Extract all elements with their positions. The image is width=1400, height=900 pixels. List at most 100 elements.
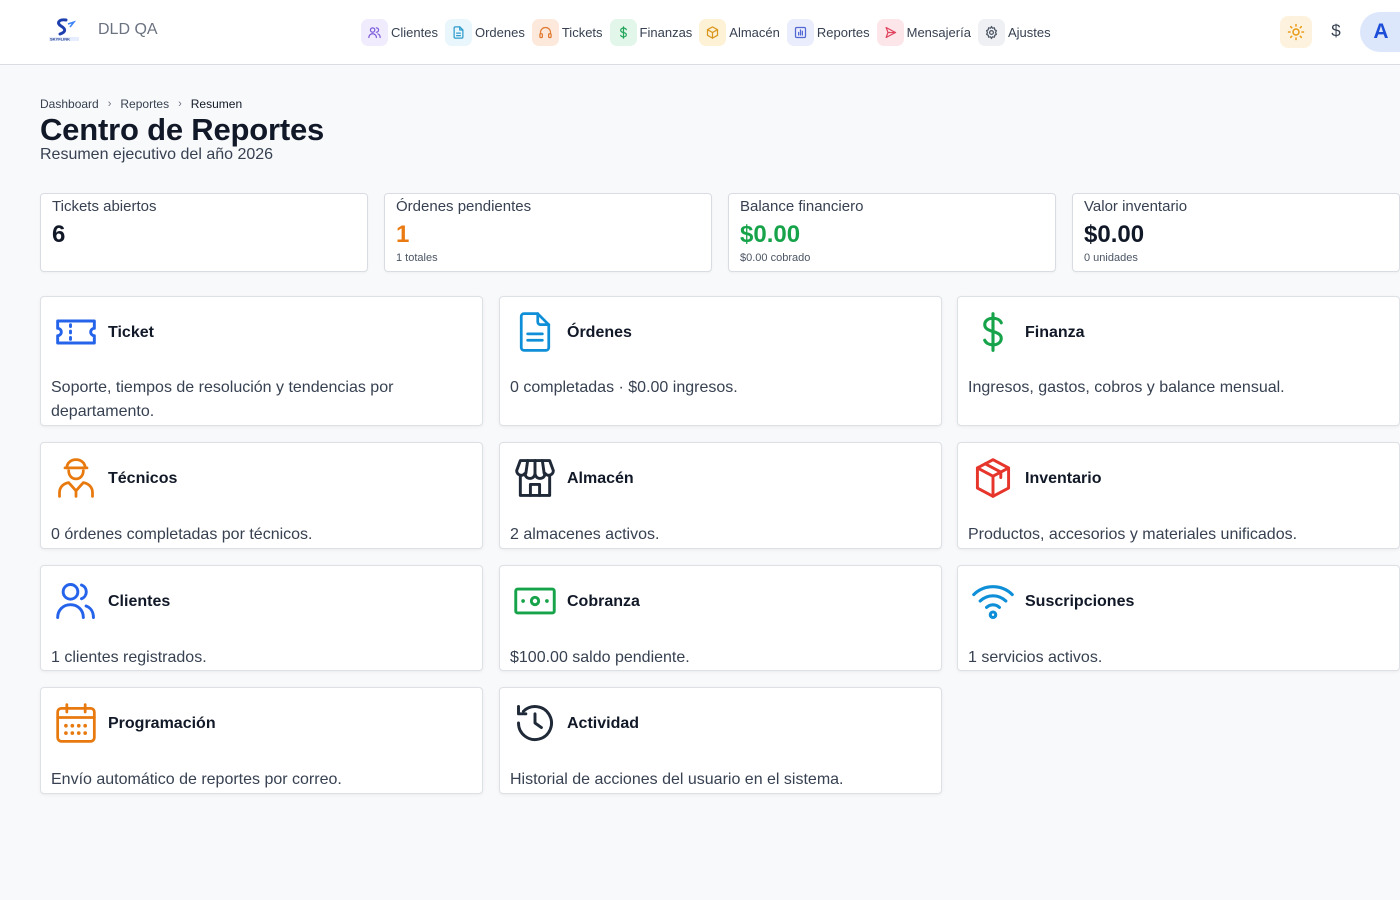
wifi-icon	[970, 578, 1016, 624]
theme-toggle-button[interactable]	[1280, 16, 1312, 48]
nav-label: Reportes	[816, 24, 870, 40]
card-description: Historial de acciones del usuario en el …	[510, 771, 844, 788]
report-card-cobranza[interactable]: Cobranza $100.00 saldo pendiente.	[499, 565, 942, 671]
report-card-finanza[interactable]: Finanza Ingresos, gastos, cobros y balan…	[957, 296, 1400, 426]
card-description: Productos, accesorios y materiales unifi…	[968, 526, 1298, 543]
card-title: Actividad	[567, 715, 640, 732]
stat-card-balance: Balance financiero $0.00 $0.00 cobrado	[728, 193, 1056, 272]
stat-label: Balance financiero	[740, 198, 864, 215]
card-description: Soporte, tiempos de resolución y tendenc…	[51, 379, 394, 420]
send-icon	[876, 18, 904, 46]
chevron-right-icon: ›	[178, 98, 182, 110]
svg-text:SKYFLINK: SKYFLINK	[50, 37, 70, 42]
ticket-icon	[53, 309, 99, 355]
breadcrumb: Dashboard › Reportes › Resumen	[40, 97, 242, 111]
card-title: Órdenes	[567, 324, 632, 341]
card-title: Técnicos	[108, 470, 178, 487]
chart-icon	[786, 18, 814, 46]
report-card-tecnicos[interactable]: Técnicos 0 órdenes completadas por técni…	[40, 442, 483, 549]
breadcrumb-dashboard[interactable]: Dashboard	[40, 97, 99, 111]
breadcrumb-resumen: Resumen	[190, 97, 243, 111]
stat-sub: 1 totales	[396, 252, 438, 264]
report-card-inventario[interactable]: Inventario Productos, accesorios y mater…	[957, 442, 1400, 549]
card-description: 2 almacenes activos.	[510, 526, 660, 543]
currency-button[interactable]: $	[1326, 21, 1346, 43]
users-icon	[53, 578, 99, 624]
card-title: Finanza	[1025, 324, 1085, 341]
store-icon	[512, 455, 558, 501]
report-card-suscripciones[interactable]: Suscripciones 1 servicios activos.	[957, 565, 1400, 671]
document-icon	[512, 309, 558, 355]
nav-label: Tickets	[561, 24, 603, 40]
company-logo[interactable]: SKYFLINK	[47, 18, 81, 44]
chevron-right-icon: ›	[107, 98, 112, 110]
nav-label: Ordenes	[474, 24, 525, 40]
nav-ajustes[interactable]: Ajustes	[977, 18, 1051, 46]
stat-card-tickets: Tickets abiertos 6	[40, 193, 368, 272]
calendar-icon	[53, 700, 99, 746]
nav-label: Finanzas	[639, 24, 693, 40]
nav-label: Mensajería	[906, 24, 971, 40]
nav-finanzas[interactable]: Finanzas	[609, 18, 693, 46]
card-description: 1 servicios activos.	[968, 649, 1103, 666]
sun-icon	[1287, 23, 1305, 41]
nav-label: Clientes	[391, 24, 438, 40]
page-subtitle: Resumen ejecutivo del año 2026	[40, 146, 274, 163]
card-description: 1 clientes registrados.	[51, 649, 207, 666]
stat-label: Órdenes pendientes	[396, 198, 532, 215]
document-icon	[444, 18, 472, 46]
stat-card-inventario: Valor inventario $0.00 0 unidades	[1072, 193, 1400, 272]
cube-icon	[970, 455, 1016, 501]
breadcrumb-reportes[interactable]: Reportes	[120, 97, 169, 111]
card-title: Inventario	[1025, 470, 1102, 487]
card-title: Cobranza	[567, 593, 640, 610]
nav-tickets[interactable]: Tickets	[531, 18, 603, 46]
card-title: Suscripciones	[1025, 593, 1135, 610]
avatar[interactable]: A	[1360, 12, 1400, 52]
main-nav: Clientes Ordenes Tickets Finanzas Almacé…	[361, 18, 1051, 46]
card-title: Clientes	[108, 593, 171, 610]
card-description: 0 órdenes completadas por técnicos.	[51, 526, 313, 543]
stat-label: Tickets abiertos	[52, 198, 157, 215]
nav-almacen[interactable]: Almacén	[699, 18, 780, 46]
page-title: Centro de Reportes	[40, 112, 325, 147]
app-title: DLD QA	[98, 21, 158, 38]
nav-ordenes[interactable]: Ordenes	[444, 18, 525, 46]
gear-icon	[977, 18, 1005, 46]
stat-sub: $0.00 cobrado	[740, 252, 811, 264]
nav-clientes[interactable]: Clientes	[361, 18, 438, 46]
stat-value: 1	[396, 221, 410, 248]
report-card-almacen[interactable]: Almacén 2 almacenes activos.	[499, 442, 942, 549]
stat-value: $0.00	[1084, 221, 1145, 248]
cube-icon	[699, 18, 727, 46]
report-card-clientes[interactable]: Clientes 1 clientes registrados.	[40, 565, 483, 671]
card-title: Almacén	[567, 470, 634, 487]
headset-icon	[531, 18, 559, 46]
card-description: Envío automático de reportes por correo.	[51, 771, 342, 788]
report-card-ordenes[interactable]: Órdenes 0 completadas · $0.00 ingresos.	[499, 296, 942, 426]
stat-value: $0.00	[740, 221, 801, 248]
card-title: Ticket	[108, 324, 154, 341]
nav-reportes[interactable]: Reportes	[786, 18, 870, 46]
technician-icon	[53, 455, 99, 501]
nav-mensajeria[interactable]: Mensajería	[876, 18, 971, 46]
nav-label: Almacén	[729, 24, 780, 40]
stat-value: 6	[52, 221, 66, 248]
dollar-icon	[609, 18, 637, 46]
history-icon	[512, 700, 558, 746]
report-card-programacion[interactable]: Programación Envío automático de reporte…	[40, 687, 483, 794]
card-title: Programación	[108, 715, 216, 732]
stat-sub: 0 unidades	[1084, 252, 1138, 264]
card-description: 0 completadas · $0.00 ingresos.	[510, 379, 738, 396]
top-navbar: SKYFLINK DLD QA Clientes Ordenes Tickets	[0, 0, 1400, 65]
report-card-ticket[interactable]: Ticket Soporte, tiempos de resolución y …	[40, 296, 483, 426]
stat-label: Valor inventario	[1084, 198, 1188, 215]
nav-label: Ajustes	[1007, 24, 1051, 40]
dollar-icon	[970, 309, 1016, 355]
users-icon	[361, 18, 388, 46]
report-card-actividad[interactable]: Actividad Historial de acciones del usua…	[499, 687, 942, 794]
card-description: $100.00 saldo pendiente.	[510, 649, 690, 666]
card-description: Ingresos, gastos, cobros y balance mensu…	[968, 379, 1285, 396]
stat-card-ordenes: Órdenes pendientes 1 1 totales	[384, 193, 712, 272]
cash-icon	[512, 578, 558, 624]
